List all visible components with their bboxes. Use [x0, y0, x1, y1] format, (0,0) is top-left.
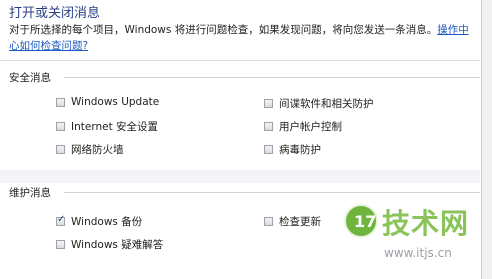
description: 对于所选择的每个项目，Windows 将进行问题检查，如果发现问题，将向您发送一…	[9, 22, 479, 54]
checkbox-box[interactable]	[264, 217, 273, 226]
checkbox-network-firewall[interactable]: 网络防火墙	[56, 142, 124, 157]
description-text: 对于所选择的每个项目，Windows 将进行问题检查，如果发现问题，将向您发送一…	[9, 24, 438, 36]
checkbox-windows-backup[interactable]: Windows 备份	[56, 214, 142, 229]
checkbox-box[interactable]	[264, 145, 273, 154]
checkbox-virus[interactable]: 病毒防护	[264, 142, 321, 157]
checkbox-windows-update[interactable]: Windows Update	[56, 96, 159, 108]
checkbox-label: 用户帐户控制	[279, 121, 342, 133]
checkbox-box[interactable]	[264, 99, 273, 108]
security-divider	[64, 77, 480, 78]
watermark: 17 技术网 www.itjs.cn	[338, 200, 488, 278]
watermark-logo-char: 17	[354, 212, 377, 231]
checkbox-label: 网络防火墙	[71, 144, 124, 156]
watermark-url: www.itjs.cn	[384, 246, 452, 260]
watermark-logo-icon: 17	[344, 204, 378, 238]
page-heading: 打开或关闭消息	[9, 6, 101, 21]
checkbox-label: Windows 备份	[71, 216, 143, 228]
checkbox-troubleshooting[interactable]: Windows 疑难解答	[56, 237, 163, 252]
security-section-title: 安全消息	[9, 72, 51, 84]
checkbox-label: 检查更新	[279, 216, 321, 228]
separator	[0, 60, 480, 61]
checkbox-box[interactable]	[56, 122, 65, 131]
checkbox-internet-security[interactable]: Internet 安全设置	[56, 119, 158, 134]
section-band	[0, 170, 480, 183]
checkbox-box[interactable]	[56, 214, 65, 226]
checkbox-label: 病毒防护	[279, 144, 321, 156]
checkbox-label: Windows Update	[71, 96, 160, 108]
checkbox-check-updates[interactable]: 检查更新	[264, 214, 321, 229]
checkbox-label: 间谍软件和相关防护	[279, 98, 374, 110]
maintenance-section-title: 维护消息	[9, 187, 51, 199]
checkbox-box[interactable]	[56, 240, 65, 249]
checkbox-label: Internet 安全设置	[71, 121, 159, 133]
maintenance-divider	[64, 192, 480, 193]
checkbox-spyware[interactable]: 间谍软件和相关防护	[264, 96, 374, 111]
checkbox-box[interactable]	[264, 122, 273, 131]
watermark-text: 技术网	[382, 207, 470, 240]
checkbox-uac[interactable]: 用户帐户控制	[264, 119, 342, 134]
checkbox-box[interactable]	[56, 97, 65, 107]
checkbox-box[interactable]	[56, 145, 65, 154]
checkbox-label: Windows 疑难解答	[71, 239, 164, 251]
